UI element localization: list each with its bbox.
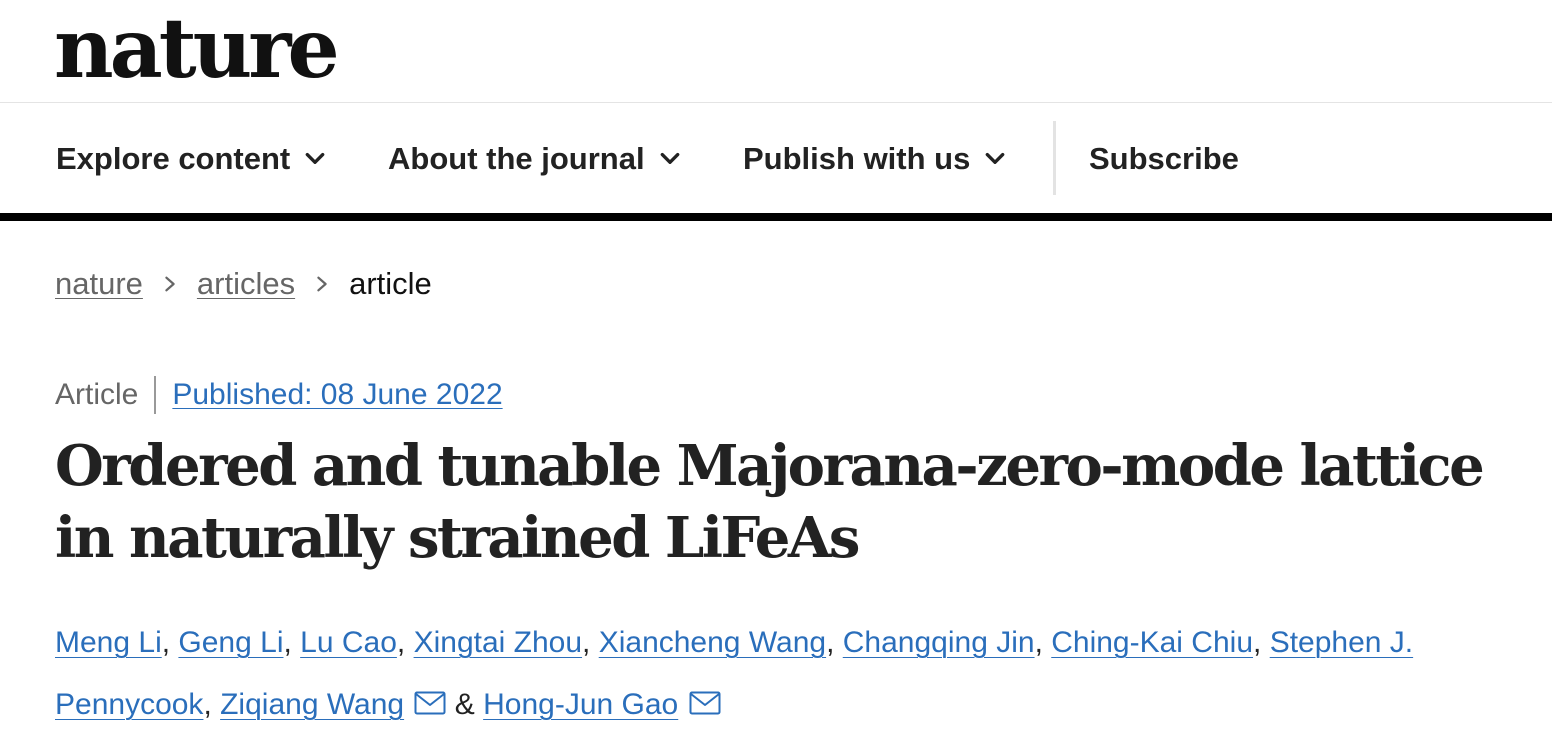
- author-last-separator: &: [446, 688, 484, 721]
- author-link[interactable]: Hong-Jun Gao: [483, 688, 678, 721]
- author-link[interactable]: Xiancheng Wang: [599, 626, 826, 659]
- nav-subscribe-label: Subscribe: [1089, 141, 1239, 176]
- breadcrumb-current: article: [349, 266, 432, 301]
- nav-divider: [1053, 121, 1056, 195]
- author-separator: ,: [283, 626, 301, 659]
- meta-divider: [154, 376, 157, 414]
- article-type: Article: [55, 378, 139, 411]
- nav-about-the-journal[interactable]: About the journal: [388, 139, 681, 179]
- author-link[interactable]: Geng Li: [178, 626, 283, 659]
- author-link[interactable]: Xingtai Zhou: [414, 626, 582, 659]
- breadcrumb-articles[interactable]: articles: [197, 266, 295, 302]
- nature-logo[interactable]: nature: [54, 8, 340, 90]
- main-nav: Explore content About the journal Publis…: [0, 103, 1552, 213]
- chevron-down-icon: [985, 152, 1005, 164]
- chevron-right-icon: [317, 276, 327, 292]
- chevron-down-icon: [305, 152, 325, 164]
- author-link[interactable]: Ziqiang Wang: [220, 688, 404, 721]
- article-meta: Article Published: 08 June 2022: [55, 374, 503, 416]
- author-separator: ,: [1034, 626, 1052, 659]
- breadcrumb: nature articles article: [55, 262, 432, 306]
- nav-about-the-journal-label: About the journal: [388, 141, 645, 176]
- author-link[interactable]: Changqing Jin: [843, 626, 1035, 659]
- chevron-right-icon: [165, 276, 175, 292]
- author-separator: ,: [203, 688, 221, 721]
- nav-explore-content[interactable]: Explore content: [56, 139, 326, 179]
- author-separator: ,: [161, 626, 179, 659]
- nav-bottom-rule: [0, 213, 1552, 221]
- nav-explore-content-label: Explore content: [56, 141, 291, 176]
- chevron-down-icon: [660, 152, 679, 164]
- mail-icon[interactable]: [414, 690, 446, 716]
- author-separator: ,: [582, 626, 599, 659]
- author-link[interactable]: Meng Li: [55, 626, 162, 659]
- author-separator: ,: [826, 626, 843, 659]
- mail-icon[interactable]: [689, 690, 721, 716]
- author-link[interactable]: Lu Cao: [300, 626, 397, 659]
- nav-subscribe[interactable]: Subscribe: [1089, 139, 1239, 179]
- author-separator: ,: [1253, 626, 1270, 659]
- breadcrumb-nature[interactable]: nature: [55, 266, 143, 302]
- author-list: Meng Li, Geng Li, Lu Cao, Xingtai Zhou, …: [55, 612, 1535, 736]
- nav-publish-with-us[interactable]: Publish with us: [743, 139, 1006, 179]
- article-title: Ordered and tunable Majorana-zero-mode l…: [55, 433, 1485, 571]
- author-separator: ,: [396, 626, 414, 659]
- published-date-link[interactable]: Published: 08 June 2022: [172, 378, 502, 412]
- nav-publish-with-us-label: Publish with us: [743, 141, 971, 176]
- author-link[interactable]: Ching-Kai Chiu: [1051, 626, 1253, 659]
